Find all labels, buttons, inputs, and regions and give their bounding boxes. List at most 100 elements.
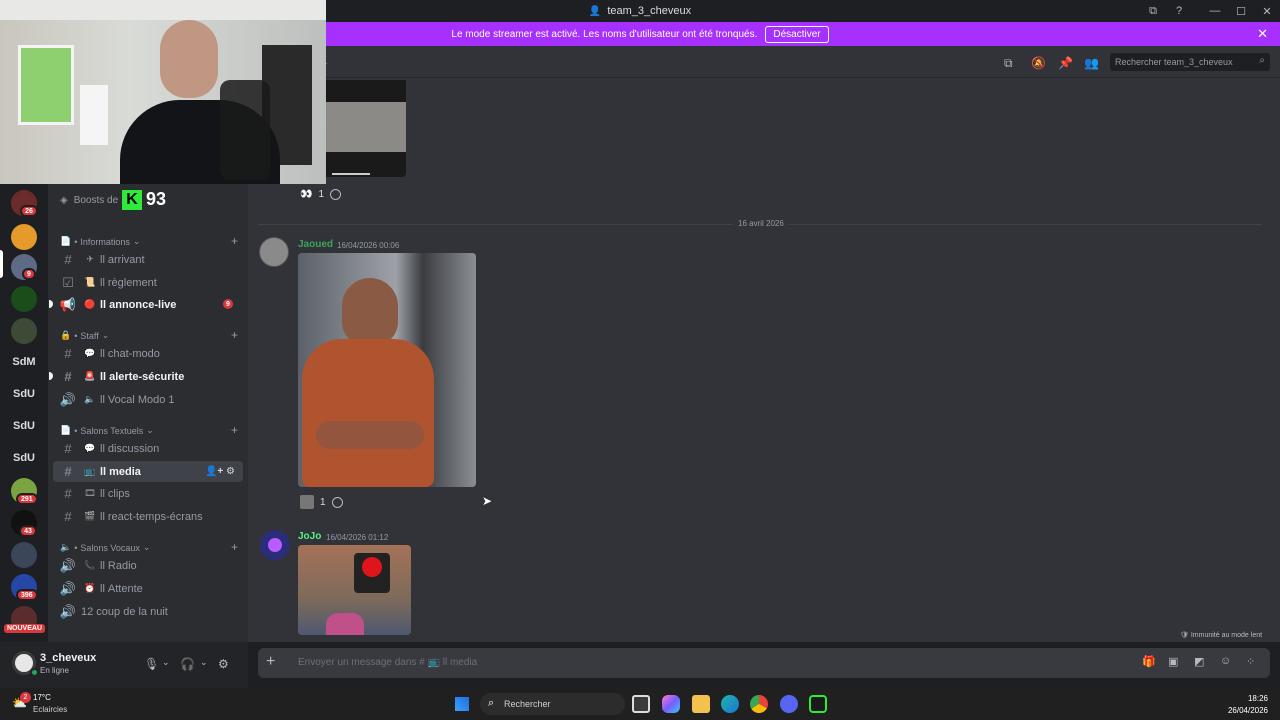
message-author[interactable]: JoJo (298, 531, 321, 542)
server-text-icon[interactable]: SdU (8, 388, 40, 400)
person-head (160, 20, 218, 98)
channel-reglement[interactable]: ☑ 📜 ll règlement (53, 272, 243, 293)
category-salons-textuels[interactable]: 📄 • Salons Textuels ⌄ (60, 425, 154, 436)
channel-discussion[interactable]: # 💬 ll discussion (53, 438, 243, 459)
app-icon[interactable] (809, 695, 827, 713)
maximize-button[interactable]: ☐ (1228, 5, 1254, 18)
discord-icon[interactable] (780, 695, 798, 713)
chrome-icon[interactable] (750, 695, 768, 713)
hash-icon: # (64, 252, 72, 267)
clock-icon: ⏰ (84, 583, 96, 593)
channel-react-temps-ecrans[interactable]: # 🎬 ll react-temps-écrans (53, 506, 243, 527)
boosts-row[interactable]: ◈ Boosts de (60, 195, 118, 206)
channel-12-coup-de-la-nuit[interactable]: 🔊 12 coup de la nuit (53, 601, 243, 622)
copilot-icon[interactable] (662, 695, 680, 713)
user-status: En ligne (40, 666, 69, 675)
channel-clips[interactable]: # 🎞 ll clips (53, 483, 243, 504)
webcam-overlay (0, 0, 326, 184)
channel-attente[interactable]: 🔊 ⏰ ll Attente (53, 578, 243, 599)
custom-emoji-icon[interactable] (300, 495, 314, 509)
person-cap (326, 613, 364, 635)
pinned-messages-icon[interactable]: 📌 (1058, 56, 1073, 70)
minimize-button[interactable]: — (1202, 5, 1228, 17)
server-avatar[interactable] (11, 318, 37, 344)
inbox-icon[interactable]: ⧉ (1140, 5, 1166, 18)
attach-plus-icon[interactable]: + (266, 653, 275, 671)
server-badge: 396 (16, 589, 38, 601)
search-icon: ⌕ (488, 697, 495, 709)
task-view-icon[interactable] (632, 695, 650, 713)
edge-icon[interactable] (721, 695, 739, 713)
threads-icon[interactable]: ⧉ (1004, 56, 1013, 71)
add-channel-icon[interactable]: + (231, 540, 238, 554)
category-informations[interactable]: 📄 • Informations ⌄ (60, 236, 140, 247)
sticker-icon[interactable]: ◩ (1194, 655, 1204, 668)
message-composer[interactable]: + Envoyer un message dans # 📺 ll media 🎁… (258, 648, 1270, 678)
category-salons-vocaux[interactable]: 🔈 • Salons Vocaux ⌄ (60, 542, 150, 553)
weather-temp: 17°C (33, 693, 51, 702)
reaction-row: 1 (300, 493, 343, 511)
add-reaction-icon[interactable] (331, 496, 343, 508)
person-head (342, 278, 398, 346)
microphone-icon[interactable]: 🎙 (144, 657, 159, 671)
add-channel-icon[interactable]: + (231, 234, 238, 248)
image-attachment[interactable] (298, 253, 476, 487)
invite-and-settings-icons[interactable]: 👤+ ⚙ (205, 466, 235, 477)
plane-icon: ✈ (86, 254, 94, 264)
headphones-icon[interactable]: 🎧 (180, 657, 195, 671)
channel-arrivant[interactable]: # ✈ ll arrivant (53, 249, 243, 270)
server-avatar[interactable] (11, 224, 37, 250)
server-text-icon[interactable]: SdM (8, 356, 40, 368)
person-torso (302, 339, 434, 487)
chevron-down-icon[interactable]: ⌄ (200, 657, 208, 668)
category-staff[interactable]: 🔒 • Staff ⌄ (60, 330, 109, 341)
server-badge: 26 (20, 205, 38, 217)
channel-media[interactable]: # 📺 ll media 👤+ ⚙ (53, 461, 243, 482)
notifications-muted-icon[interactable]: 🔕 (1031, 56, 1046, 70)
username[interactable]: 3_cheveux (40, 652, 96, 664)
author-avatar[interactable] (259, 237, 289, 267)
add-reaction-icon[interactable] (330, 188, 342, 200)
chevron-down-icon: ⌄ (142, 542, 151, 552)
gaming-chair (220, 80, 270, 180)
clapper-icon: 🎬 (84, 511, 96, 521)
eyes-emoji-icon[interactable]: 👀 (300, 189, 312, 200)
taskbar-search[interactable]: ⌕ Rechercher (480, 693, 625, 715)
emoji-icon[interactable]: ☺ (1220, 655, 1231, 667)
settings-gear-icon[interactable]: ⚙ (218, 657, 229, 671)
gift-icon[interactable]: 🎁 (1142, 655, 1156, 668)
channel-annonce-live[interactable]: 📢 🔴 ll annonce-live 9 (49, 294, 243, 315)
online-status-dot (30, 668, 39, 677)
chevron-down-icon[interactable]: ⌄ (162, 657, 170, 668)
gif-icon[interactable]: ▣ (1168, 655, 1178, 668)
message-input-placeholder[interactable]: Envoyer un message dans # 📺 ll media (298, 657, 477, 668)
server-avatar[interactable] (11, 542, 37, 568)
channel-chat-modo[interactable]: # 💬 ll chat-modo (53, 343, 243, 364)
rules-icon: ☑ (62, 274, 74, 290)
disable-streamer-button[interactable]: Désactiver (765, 25, 829, 43)
windows-start-icon[interactable] (455, 697, 469, 711)
channel-vocal-modo-1[interactable]: 🔊 🔈 ll Vocal Modo 1 (53, 389, 243, 410)
message-author[interactable]: Jaoued (298, 239, 333, 250)
add-channel-icon[interactable]: + (231, 423, 238, 437)
add-channel-icon[interactable]: + (231, 328, 238, 342)
chevron-down-icon: ⌄ (146, 425, 154, 435)
previous-image-attachment[interactable] (326, 80, 406, 177)
file-explorer-icon[interactable] (692, 695, 710, 713)
server-text-icon[interactable]: SdU (8, 420, 40, 432)
search-input[interactable]: Rechercher team_3_cheveux ⌕ (1110, 53, 1270, 71)
server-text-icon[interactable]: SdU (8, 452, 40, 464)
stream-overlay-counter: K 93 (122, 189, 166, 210)
clock[interactable]: 18:26 26/04/2026 (1228, 693, 1268, 717)
weather-desc: Eclaircies (33, 705, 68, 714)
channel-alerte-securite[interactable]: # 🚨 ll alerte-sécurite (49, 366, 243, 387)
close-window-button[interactable]: ✕ (1254, 5, 1280, 18)
close-banner-icon[interactable]: ✕ (1257, 26, 1268, 42)
server-avatar[interactable] (11, 286, 37, 312)
member-list-icon[interactable]: 👥 (1084, 56, 1099, 70)
speaker-icon: 🔊 (59, 557, 77, 573)
help-icon[interactable]: ? (1166, 5, 1192, 17)
image-attachment[interactable] (298, 545, 411, 635)
apps-icon[interactable]: ⁘ (1246, 655, 1255, 668)
channel-radio[interactable]: 🔊 📞 ll Radio (53, 555, 243, 576)
